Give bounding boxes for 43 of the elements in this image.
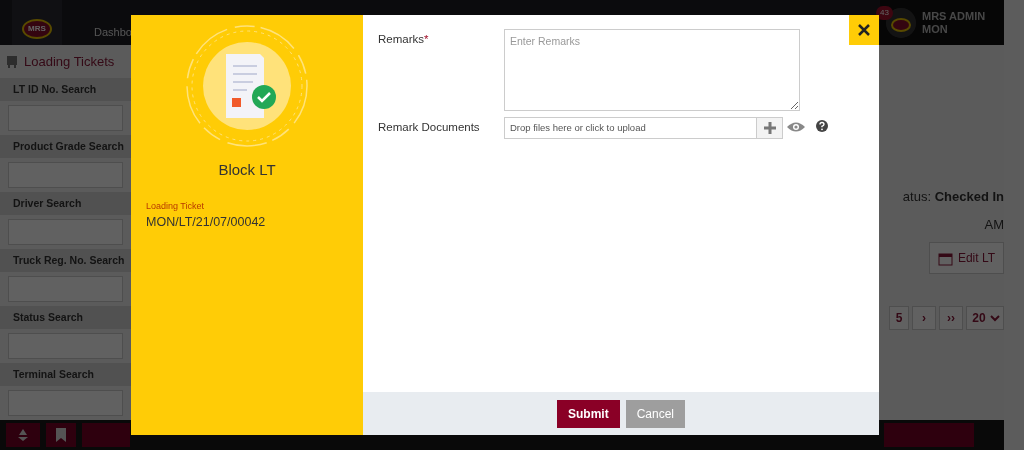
- field-label: Remarks*: [378, 32, 430, 47]
- status-value: Checked In: [934, 189, 1004, 204]
- filter-label: Truck Reg. No. Search: [0, 249, 131, 272]
- ticket-number: MON/LT/21/07/00042: [146, 214, 266, 231]
- page-button[interactable]: ››: [939, 306, 963, 330]
- submit-button[interactable]: Submit: [557, 399, 620, 428]
- calendar-icon: [937, 250, 954, 267]
- recycle-button[interactable]: [6, 423, 40, 447]
- filter-label: Driver Search: [0, 192, 131, 215]
- help-icon[interactable]: [816, 120, 828, 132]
- bookmark-button[interactable]: [46, 423, 76, 447]
- cancel-button[interactable]: Cancel: [625, 399, 685, 428]
- filter-label: Status Search: [0, 306, 131, 329]
- user-terminal: MON: [922, 22, 949, 35]
- page-button[interactable]: ›: [912, 306, 936, 330]
- close-button[interactable]: [849, 15, 879, 45]
- feedback-button[interactable]: [82, 423, 130, 447]
- filter-label: Terminal Search: [0, 363, 131, 386]
- bookmark-icon: [56, 428, 66, 442]
- close-icon: [857, 23, 871, 37]
- status-label: atus:: [902, 189, 931, 204]
- eye-icon[interactable]: [787, 121, 805, 133]
- page-size-select[interactable]: 20: [966, 306, 1004, 330]
- time-text: AM: [984, 215, 1004, 234]
- upload-field[interactable]: Drop files here or click to upload: [504, 117, 757, 139]
- edit-lt-button[interactable]: Edit LT: [928, 242, 1004, 274]
- filter-label: Product Grade Search: [0, 135, 131, 158]
- add-file-button[interactable]: [757, 117, 783, 139]
- nav-link[interactable]: Dashbo: [94, 23, 132, 45]
- scrollbar[interactable]: [1004, 0, 1024, 450]
- truck-icon: [6, 54, 18, 69]
- user-name: MRS ADMIN: [922, 10, 986, 23]
- ticket-label: Loading Ticket: [146, 199, 206, 213]
- page-title: Loading Tickets: [24, 52, 115, 71]
- remarks-field[interactable]: Enter Remarks: [504, 29, 800, 111]
- field-label: Remark Documents: [378, 120, 481, 135]
- filter-label: LT ID No. Search: [0, 78, 131, 101]
- plus-icon: [763, 122, 776, 134]
- page-button[interactable]: 5: [889, 306, 909, 330]
- logo: MRS: [22, 19, 52, 39]
- document-check-icon: [184, 23, 310, 149]
- switch-profile-button[interactable]: [884, 423, 974, 447]
- modal-title: Block LT: [218, 160, 276, 180]
